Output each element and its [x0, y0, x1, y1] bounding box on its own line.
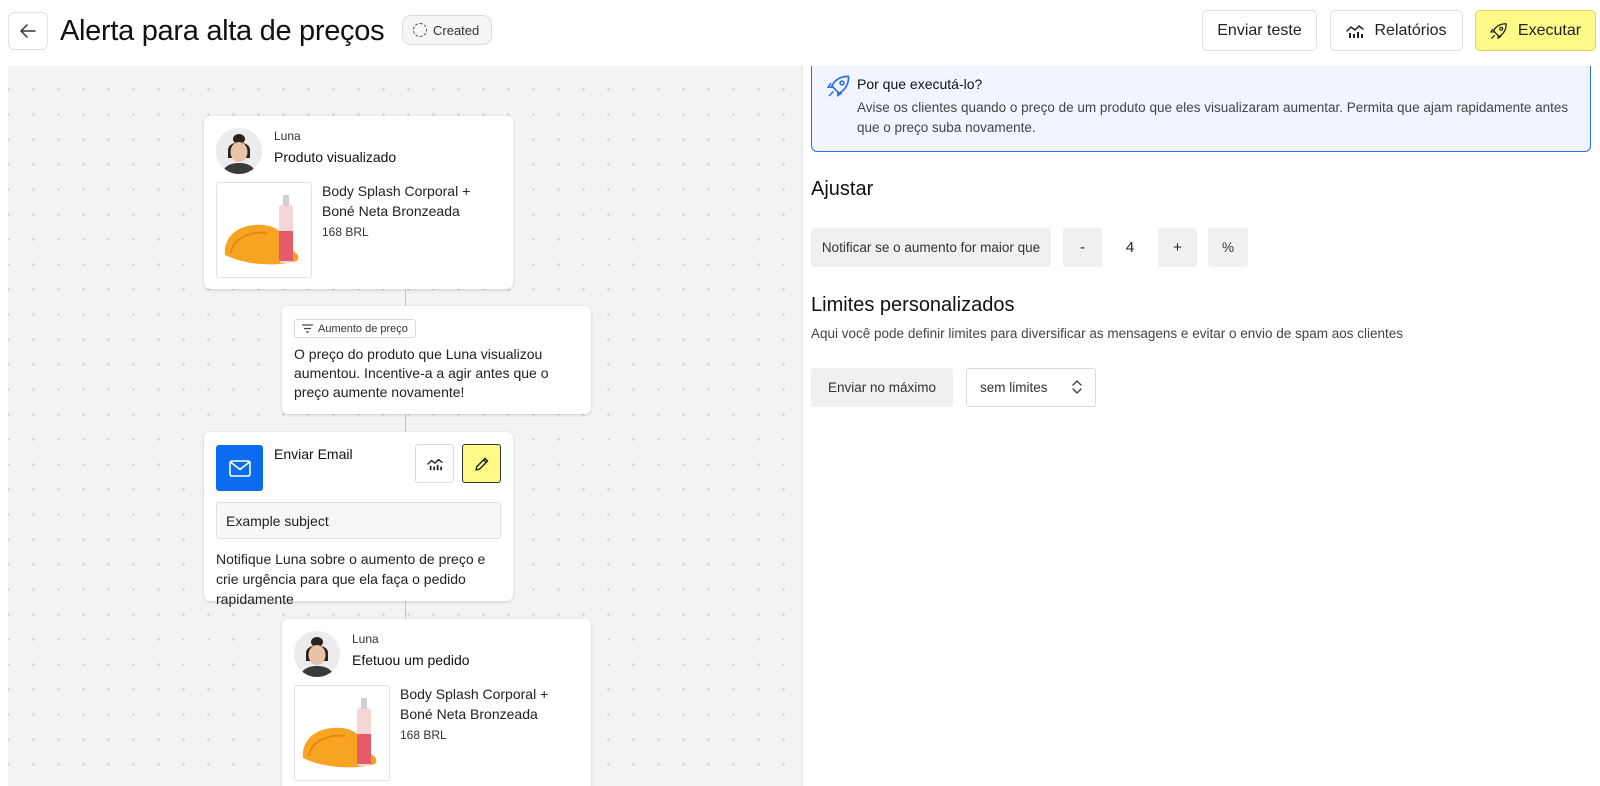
- decrement-button[interactable]: -: [1063, 228, 1102, 267]
- rocket-icon: [1489, 22, 1507, 39]
- why-text: Avise os clientes quando o preço de um p…: [857, 100, 1569, 135]
- edit-email-button[interactable]: [462, 444, 501, 483]
- event-name: Efetuou um pedido: [352, 652, 470, 668]
- limits-title: Limites personalizados: [811, 294, 1015, 316]
- back-button[interactable]: [8, 12, 48, 50]
- trigger-card[interactable]: Luna Produto visualizado Body Splash Cor…: [204, 116, 513, 289]
- send-test-button[interactable]: Enviar teste: [1202, 10, 1317, 51]
- email-card[interactable]: Enviar Email Example subject Notifique L…: [204, 432, 513, 607]
- product-price: 168 BRL: [322, 225, 369, 239]
- email-icon-box: [216, 445, 263, 491]
- run-button[interactable]: Executar: [1475, 10, 1596, 51]
- why-title: Por que executá-lo?: [857, 76, 983, 92]
- customer-name: Luna: [274, 129, 301, 143]
- limits-subtitle: Aqui você pode definir limites para dive…: [811, 326, 1404, 341]
- flow-canvas[interactable]: Luna Produto visualizado Body Splash Cor…: [8, 66, 803, 786]
- filter-icon: [302, 324, 313, 333]
- reports-label: Relatórios: [1374, 21, 1447, 39]
- product-name: Body Splash Corporal + Boné Neta Bronzea…: [322, 183, 471, 219]
- email-subject-field[interactable]: Example subject: [216, 502, 501, 539]
- filter-chip: Aumento de preço: [294, 319, 416, 338]
- connector-line: [405, 414, 406, 432]
- page-title: Alerta para alta de preços: [60, 15, 385, 47]
- status-label: Created: [433, 22, 480, 38]
- chevron-up-down-icon: [1072, 380, 1082, 394]
- percent-unit: %: [1208, 228, 1248, 267]
- increment-button[interactable]: +: [1158, 228, 1197, 267]
- pencil-icon: [474, 457, 488, 471]
- settings-panel: Por que executá-lo? Avise os clientes qu…: [803, 66, 1600, 786]
- order-card[interactable]: Luna Efetuou um pedido Body Splash Corpo…: [282, 619, 591, 786]
- arrow-left-icon: [20, 24, 36, 38]
- rocket-icon: [826, 75, 850, 98]
- product-name: Body Splash Corporal + Boné Neta Bronzea…: [400, 686, 549, 722]
- filter-chip-label: Aumento de preço: [318, 322, 408, 335]
- product-image: [216, 182, 312, 278]
- mail-icon: [228, 459, 251, 477]
- filter-card[interactable]: Aumento de preço O preço do produto que …: [282, 306, 591, 414]
- send-max-label: Enviar no máximo: [811, 368, 953, 407]
- filter-description: O preço do produto que Luna visualizou a…: [294, 346, 549, 400]
- customer-name: Luna: [352, 632, 379, 646]
- send-limit-select[interactable]: sem limites: [966, 368, 1096, 407]
- reports-button[interactable]: Relatórios: [1330, 10, 1463, 51]
- top-bar: Alerta para alta de preços Created Envia…: [0, 0, 1600, 66]
- avatar: [216, 128, 262, 174]
- avatar: [294, 631, 340, 677]
- chart-icon: [426, 458, 443, 470]
- threshold-stepper: - 4 +: [1063, 228, 1197, 267]
- notify-threshold-label: Notificar se o aumento for maior que: [811, 228, 1051, 267]
- email-title: Enviar Email: [274, 446, 353, 462]
- product-image: [294, 685, 390, 781]
- event-name: Produto visualizado: [274, 149, 397, 165]
- send-test-label: Enviar teste: [1217, 21, 1302, 39]
- email-description: Notifique Luna sobre o aumento de preço …: [216, 551, 486, 607]
- threshold-value[interactable]: 4: [1102, 228, 1158, 267]
- email-reports-button[interactable]: [415, 444, 454, 483]
- why-info-box: Por que executá-lo? Avise os clientes qu…: [811, 66, 1591, 152]
- send-limit-value: sem limites: [980, 380, 1048, 395]
- status-badge: Created: [402, 15, 493, 45]
- adjust-title: Ajustar: [811, 178, 874, 200]
- product-price: 168 BRL: [400, 728, 447, 742]
- dashed-circle-icon: [413, 23, 427, 37]
- connector-line: [405, 290, 406, 306]
- run-label: Executar: [1517, 21, 1582, 39]
- chart-icon: [1346, 24, 1365, 38]
